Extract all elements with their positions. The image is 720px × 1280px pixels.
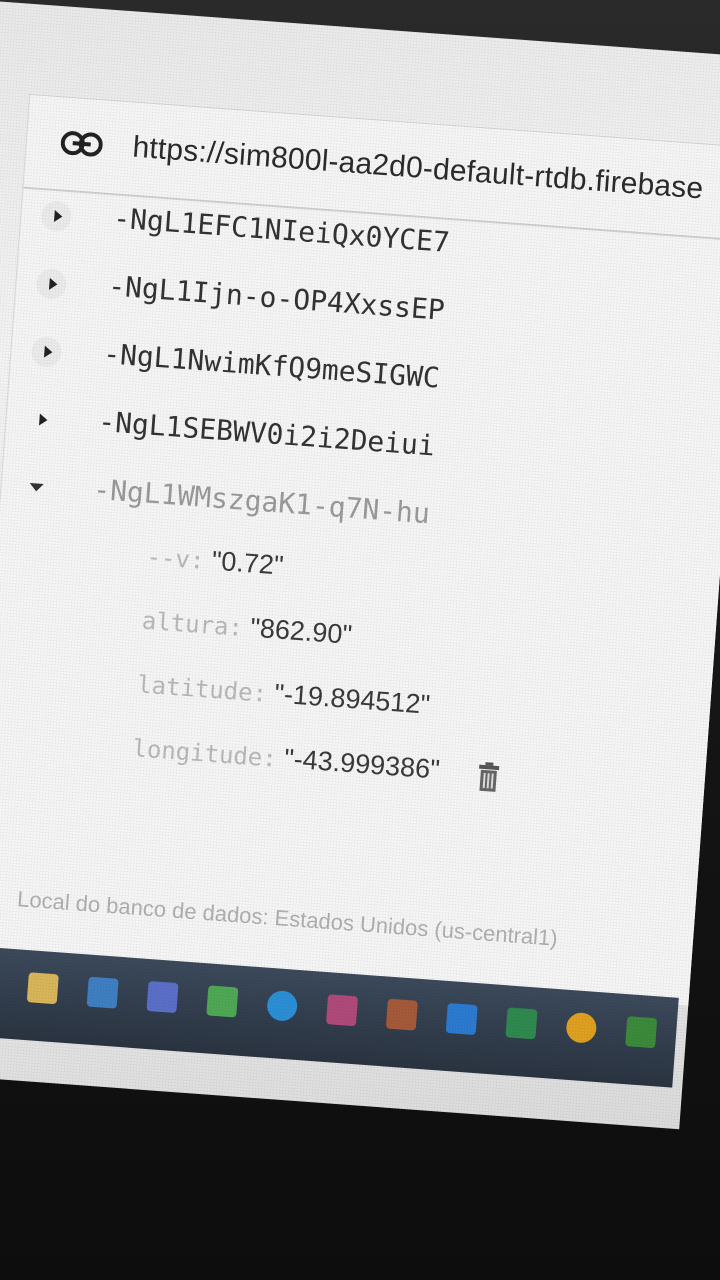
edge-icon[interactable] <box>266 989 299 1022</box>
chrome-icon[interactable] <box>565 1011 598 1044</box>
screen: https://sim800l-aa2d0-default-rtdb.fireb… <box>0 0 720 1130</box>
field-value[interactable]: "-19.894512" <box>273 678 431 719</box>
chevron-down-icon <box>29 482 44 492</box>
expand-toggle[interactable] <box>40 200 73 233</box>
app-icon[interactable] <box>625 1016 658 1049</box>
app-icon[interactable] <box>385 998 418 1031</box>
child-field[interactable]: altura: "862.90" <box>139 605 353 680</box>
vscode-icon[interactable] <box>445 1002 478 1036</box>
database-location-text: Local do banco de dados: Estados Unidos … <box>16 886 559 951</box>
database-url[interactable]: https://sim800l-aa2d0-default-rtdb.fireb… <box>131 131 704 207</box>
child-field[interactable]: --v: "0.72" <box>143 541 285 611</box>
expand-toggle[interactable] <box>35 267 68 301</box>
field-key: longitude: <box>131 734 278 773</box>
chevron-right-icon <box>38 413 48 427</box>
field-value[interactable]: "862.90" <box>249 613 353 650</box>
file-explorer-icon[interactable] <box>26 972 59 1005</box>
field-key: --v: <box>145 542 206 575</box>
excel-icon[interactable] <box>505 1007 538 1040</box>
store-icon[interactable] <box>86 976 119 1009</box>
field-value[interactable]: "0.72" <box>211 546 285 581</box>
chevron-right-icon <box>48 277 58 291</box>
field-key: latitude: <box>136 670 269 708</box>
teams-icon[interactable] <box>146 980 179 1014</box>
app-icon[interactable] <box>206 985 239 1018</box>
onenote-icon[interactable] <box>325 994 359 1027</box>
expand-toggle[interactable] <box>25 404 57 436</box>
chevron-right-icon <box>53 210 63 223</box>
trash-icon[interactable] <box>476 762 500 794</box>
expand-toggle[interactable] <box>30 335 63 368</box>
field-value[interactable]: "-43.999386" <box>283 743 441 784</box>
chevron-right-icon <box>43 345 53 359</box>
field-key: altura: <box>140 606 244 642</box>
link-icon[interactable] <box>60 129 104 158</box>
collapse-toggle[interactable] <box>20 471 52 503</box>
database-panel: https://sim800l-aa2d0-default-rtdb.fireb… <box>0 93 720 1009</box>
